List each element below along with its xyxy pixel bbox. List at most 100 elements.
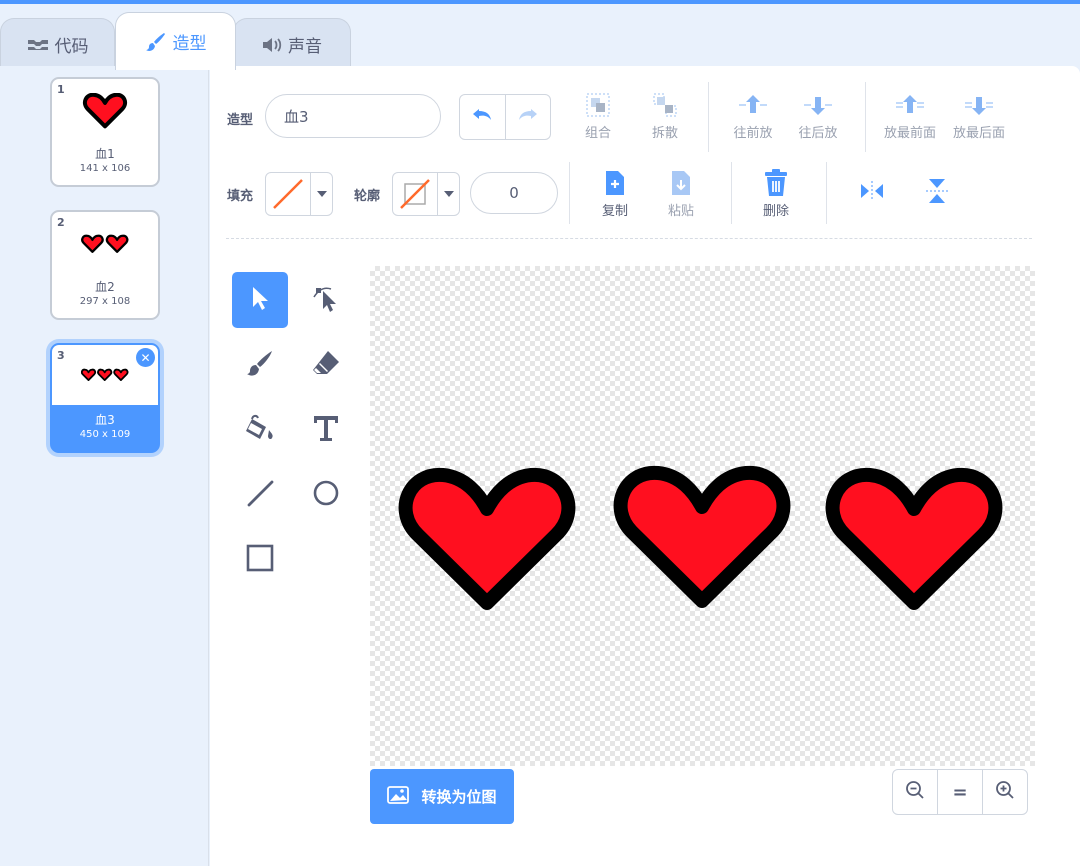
ungroup-button[interactable]: 拆散	[645, 88, 685, 141]
toolbar-divider	[569, 162, 570, 224]
ungroup-icon	[645, 88, 685, 122]
toolbar-divider	[731, 162, 732, 224]
zoom-in-button[interactable]	[982, 770, 1027, 814]
costume-name: 血2	[95, 280, 115, 294]
costume-thumbnail	[52, 220, 158, 268]
forward-button[interactable]: 往前放	[733, 88, 773, 141]
rectangle-tool[interactable]	[232, 532, 288, 588]
costume-name: 血1	[95, 147, 115, 161]
zoom-reset-label: =	[952, 781, 968, 803]
convert-to-bitmap-button[interactable]: 转换为位图	[370, 769, 514, 824]
toolbar-divider	[865, 82, 866, 152]
fill-tool[interactable]	[232, 402, 288, 458]
image-icon	[387, 785, 410, 808]
line-icon	[245, 478, 275, 512]
circle-tool[interactable]	[298, 467, 354, 523]
copy-label: 复制	[601, 204, 628, 219]
costume-name-label: 造型	[227, 113, 254, 128]
tab-code-label: 代码	[54, 37, 89, 57]
outline-width-input[interactable]: 0	[470, 172, 558, 214]
costume-name: 血3	[95, 413, 115, 427]
costume-item-3[interactable]: 3 ✕ 血3 450 x 109	[50, 343, 160, 453]
fill-swatch	[266, 173, 310, 215]
group-button[interactable]: 组合	[578, 88, 618, 141]
toolbar-separator	[226, 238, 1032, 239]
to-back-label: 放最后面	[953, 126, 1006, 141]
paste-label: 粘贴	[667, 204, 694, 219]
text-tool[interactable]	[298, 402, 354, 458]
zoom-out-icon	[905, 780, 925, 805]
forward-icon	[733, 88, 773, 122]
zoom-reset-button[interactable]: =	[937, 770, 982, 814]
costume-thumbnail	[52, 87, 158, 135]
flip-vertical-icon	[917, 174, 957, 208]
paintbrush-icon	[245, 348, 275, 382]
heart-shape	[398, 467, 576, 610]
chevron-down-icon[interactable]	[310, 173, 332, 215]
outline-color-picker[interactable]	[392, 172, 460, 216]
zoom-controls: =	[892, 769, 1028, 815]
sound-icon	[262, 37, 282, 53]
backward-button[interactable]: 往后放	[798, 88, 838, 141]
to-front-label: 放最前面	[884, 126, 937, 141]
costume-size: 297 x 108	[79, 296, 131, 307]
redo-icon	[517, 107, 539, 127]
line-tool[interactable]	[232, 467, 288, 523]
tab-sounds-label: 声音	[288, 37, 322, 57]
backward-label: 往后放	[798, 126, 838, 141]
reshape-tool[interactable]	[298, 272, 354, 328]
zoom-in-icon	[995, 780, 1015, 805]
ungroup-label: 拆散	[651, 126, 678, 141]
redo-button[interactable]	[504, 95, 550, 139]
costume-size: 450 x 109	[79, 429, 131, 440]
select-tool[interactable]	[232, 272, 288, 328]
outline-swatch	[393, 173, 437, 215]
costume-size: 141 x 106	[79, 163, 131, 174]
outline-label: 轮廓	[354, 189, 381, 204]
undo-button[interactable]	[460, 95, 505, 139]
toolbar-divider	[826, 162, 827, 224]
costume-name-input[interactable]: 血3	[265, 94, 441, 138]
editor-tabs: 代码 造型 声音	[0, 4, 1080, 70]
paste-button[interactable]: 粘贴	[661, 166, 701, 219]
to-back-button[interactable]: 放最后面	[953, 88, 1005, 141]
costume-item-2[interactable]: 2 血2 297 x 108	[50, 210, 160, 320]
copy-button[interactable]: 复制	[595, 166, 635, 219]
circle-icon	[311, 478, 341, 512]
group-icon	[578, 88, 618, 122]
heart-shape	[825, 467, 1003, 610]
flip-vertical-button[interactable]	[917, 174, 957, 208]
undo-redo-group	[459, 94, 551, 140]
flip-horizontal-icon	[852, 174, 892, 208]
code-icon	[27, 38, 49, 52]
drawing-canvas[interactable]	[370, 266, 1035, 766]
to-back-icon	[959, 88, 999, 122]
convert-to-bitmap-label: 转换为位图	[421, 788, 497, 806]
chevron-down-icon[interactable]	[437, 173, 459, 215]
costume-item-1[interactable]: 1 血1 141 x 106	[50, 77, 160, 187]
delete-costume-icon[interactable]: ✕	[136, 348, 155, 367]
delete-label: 删除	[762, 204, 789, 219]
brush-icon	[145, 31, 167, 53]
eraser-icon	[311, 348, 341, 382]
text-icon	[311, 413, 341, 447]
eraser-tool[interactable]	[298, 337, 354, 393]
brush-tool[interactable]	[232, 337, 288, 393]
undo-icon	[471, 107, 493, 127]
tab-code[interactable]: 代码	[0, 18, 115, 70]
to-front-icon	[890, 88, 930, 122]
forward-label: 往前放	[733, 126, 773, 141]
tab-costumes[interactable]: 造型	[115, 12, 236, 70]
zoom-out-button[interactable]	[893, 770, 937, 814]
tab-sounds[interactable]: 声音	[233, 18, 351, 70]
tab-costumes-label: 造型	[172, 34, 207, 54]
to-front-button[interactable]: 放最前面	[884, 88, 936, 141]
copy-icon	[595, 166, 635, 200]
paint-bucket-icon	[244, 413, 276, 447]
flip-horizontal-button[interactable]	[852, 174, 892, 208]
toolbar-divider	[708, 82, 709, 152]
reshape-icon	[311, 283, 341, 317]
delete-button[interactable]: 删除	[756, 166, 796, 219]
rectangle-icon	[245, 543, 275, 577]
fill-color-picker[interactable]	[265, 172, 333, 216]
